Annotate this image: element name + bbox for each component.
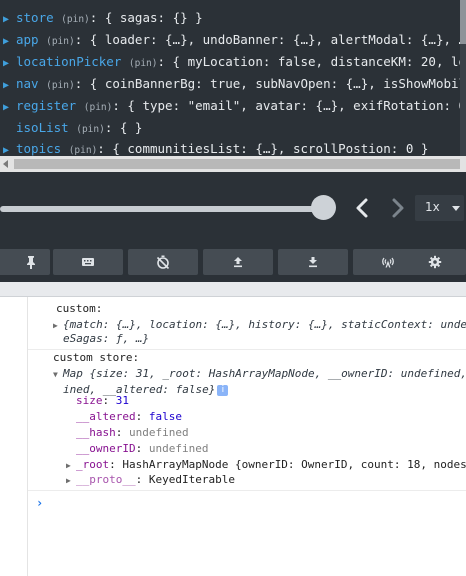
state-row-locationpicker[interactable]: ▶ locationPicker (pin): { myLocation: fal… bbox=[3, 51, 466, 73]
pin-label[interactable]: (pin) bbox=[84, 102, 113, 113]
pin-button[interactable] bbox=[0, 249, 50, 275]
expand-arrow-icon[interactable]: ▶ bbox=[3, 97, 16, 119]
prop-value: false bbox=[148, 410, 182, 423]
speed-value: 1x bbox=[425, 200, 440, 214]
prop-value: : KeyedIterable bbox=[135, 473, 235, 486]
expand-arrow-icon[interactable]: ▶ bbox=[66, 473, 76, 489]
state-value: : { sagas: {} } bbox=[89, 10, 203, 25]
prop-separator: : bbox=[135, 442, 149, 455]
prop-key: __ownerID bbox=[76, 442, 136, 455]
state-key: topics bbox=[16, 141, 62, 156]
state-row-store[interactable]: ▶ store (pin): { sagas: {} } bbox=[3, 7, 203, 29]
vertical-scrollbar[interactable] bbox=[460, 0, 466, 156]
prop-key: __hash bbox=[76, 426, 116, 439]
map-prop-root[interactable]: ▶ _root: HashArrayMapNode {ownerID: Owner… bbox=[66, 457, 466, 473]
horizontal-scrollbar-thumb[interactable] bbox=[14, 159, 460, 169]
prop-key: _root bbox=[76, 458, 110, 471]
chevron-left-icon bbox=[356, 198, 368, 218]
prop-separator: : bbox=[135, 410, 149, 423]
panel-divider[interactable] bbox=[0, 282, 466, 297]
pin-label[interactable]: (pin) bbox=[46, 80, 75, 91]
map-prop-proto[interactable]: ▶ __proto__: KeyedIterable bbox=[66, 472, 235, 488]
state-value: : { loader: {…}, undoBanner: {…}, alertM… bbox=[74, 32, 466, 47]
upload-icon bbox=[234, 257, 242, 268]
console-separator bbox=[28, 490, 466, 491]
state-key: store bbox=[16, 10, 54, 25]
state-key: app bbox=[16, 32, 39, 47]
state-value: : { myLocation: false, distanceKM: 20, l… bbox=[157, 54, 466, 69]
expand-arrow-icon[interactable]: ▶ bbox=[53, 318, 63, 334]
object-preview: {match: {…}, location: {…}, history: {…}… bbox=[63, 318, 466, 331]
horizontal-scrollbar[interactable] bbox=[0, 156, 466, 172]
timer-off-icon bbox=[156, 255, 170, 269]
playback-slider-track[interactable] bbox=[0, 206, 322, 212]
playback-speed-select[interactable]: 1x bbox=[415, 195, 464, 221]
prop-value: 31 bbox=[115, 394, 129, 407]
collapse-arrow-icon[interactable]: ▼ bbox=[53, 367, 63, 383]
console-gutter bbox=[0, 297, 28, 576]
keyboard-icon bbox=[82, 258, 94, 266]
prop-separator: : bbox=[115, 426, 129, 439]
pin-label[interactable]: (pin) bbox=[129, 58, 158, 69]
timer-off-button[interactable] bbox=[128, 249, 198, 275]
caret-down-icon bbox=[452, 206, 460, 211]
previous-button[interactable] bbox=[350, 195, 376, 221]
chevron-right-icon bbox=[392, 198, 404, 218]
prop-value: undefined bbox=[129, 426, 189, 439]
state-key: isoList bbox=[16, 120, 69, 135]
map-summary: {size: 31, _root: HashArrayMapNode, __ow… bbox=[89, 367, 466, 380]
download-icon bbox=[309, 257, 317, 268]
state-value: : { type: "email", avatar: {…}, exifRota… bbox=[112, 98, 466, 113]
prop-value: : HashArrayMapNode {ownerID: OwnerID, co… bbox=[109, 458, 466, 471]
pin-label[interactable]: (pin) bbox=[61, 14, 90, 25]
console-map-row[interactable]: ▼ Map {size: 31, _root: HashArrayMapNode,… bbox=[53, 366, 466, 382]
keyboard-button[interactable] bbox=[53, 249, 123, 275]
object-preview-wrap: eSagas: ƒ, …} bbox=[63, 332, 150, 345]
settings-icon bbox=[428, 255, 442, 269]
devtools-toolbar bbox=[0, 242, 466, 282]
info-icon[interactable]: i bbox=[217, 384, 229, 396]
state-value: : { } bbox=[104, 120, 143, 135]
prop-key: size bbox=[76, 394, 103, 407]
state-key: register bbox=[16, 98, 77, 113]
map-prop-hash: __hash: undefined bbox=[76, 425, 189, 441]
state-row-register[interactable]: ▶ register (pin): { type: "email", avatar… bbox=[3, 95, 466, 117]
expand-arrow-icon[interactable]: ▶ bbox=[3, 9, 16, 31]
state-row-app[interactable]: ▶ app (pin): { loader: {…}, undoBanner: {… bbox=[3, 29, 466, 51]
map-prop-altered: __altered: false bbox=[76, 409, 182, 425]
state-row-isolist: isoList (pin): { } bbox=[3, 117, 142, 139]
console-log-label: custom: bbox=[56, 302, 103, 315]
state-key: locationPicker bbox=[16, 54, 122, 69]
prop-key: __altered bbox=[76, 410, 136, 423]
upload-button[interactable] bbox=[203, 249, 273, 275]
pin-label[interactable]: (pin) bbox=[76, 124, 105, 135]
console-prompt-icon[interactable]: › bbox=[36, 496, 43, 510]
prop-key: __proto__ bbox=[76, 473, 136, 486]
pin-label[interactable]: (pin) bbox=[46, 36, 75, 47]
map-type: Map bbox=[63, 367, 83, 380]
pin-label[interactable]: (pin) bbox=[69, 145, 98, 156]
expand-arrow-icon[interactable]: ▶ bbox=[3, 75, 16, 97]
state-value: : { coinBannerBg: true, subNavOpen: {…},… bbox=[74, 76, 466, 91]
prop-separator: : bbox=[102, 394, 116, 407]
download-button[interactable] bbox=[278, 249, 348, 275]
map-prop-size: size: 31 bbox=[76, 393, 129, 409]
map-prop-ownerid: __ownerID: undefined bbox=[76, 441, 208, 457]
playback-slider-thumb[interactable] bbox=[311, 195, 336, 220]
next-button[interactable] bbox=[385, 195, 411, 221]
expand-arrow-icon[interactable]: ▶ bbox=[3, 53, 16, 75]
expand-arrow-icon[interactable]: ▶ bbox=[3, 31, 16, 53]
vertical-scrollbar-thumb[interactable] bbox=[460, 0, 466, 44]
remote-icon bbox=[382, 257, 394, 268]
settings-button[interactable] bbox=[400, 249, 466, 275]
console-panel: custom: ▶ {match: {…}, location: {…}, his… bbox=[0, 297, 466, 576]
state-row-nav[interactable]: ▶ nav (pin): { coinBannerBg: true, subNav… bbox=[3, 73, 466, 95]
state-value: : { communitiesList: {…}, scrollPostion:… bbox=[97, 141, 429, 156]
state-tree-panel: ▶ store (pin): { sagas: {} } ▶ app (pin): … bbox=[0, 0, 466, 172]
pin-icon bbox=[27, 256, 35, 269]
console-log-label: custom store: bbox=[53, 351, 140, 364]
scroll-left-arrow-icon[interactable] bbox=[3, 160, 8, 168]
prop-value: undefined bbox=[148, 442, 209, 455]
state-key: nav bbox=[16, 76, 39, 91]
